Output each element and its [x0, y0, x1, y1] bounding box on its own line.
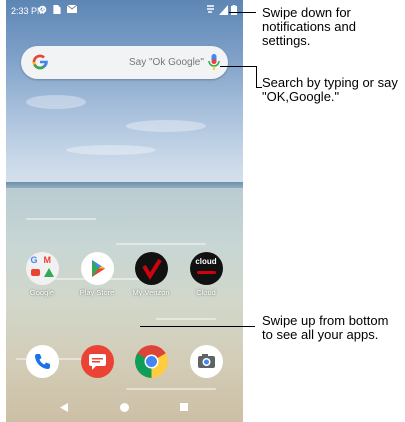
chrome-icon	[134, 345, 168, 378]
verizon-icon	[134, 252, 168, 285]
search-placeholder: Say "Ok Google"	[129, 57, 204, 68]
google-search-bar[interactable]: Say "Ok Google"	[21, 46, 228, 79]
email-icon	[67, 5, 77, 13]
callout-line-status	[229, 12, 256, 13]
cloud-shape	[66, 145, 156, 155]
signal-strength-icon	[219, 5, 228, 15]
callout-line-search-horizontal	[220, 66, 257, 67]
battery-icon	[231, 5, 237, 15]
back-icon[interactable]	[60, 403, 68, 412]
notification-icons	[38, 5, 77, 14]
callout-search: Search by typing or say "OK,Google."	[262, 75, 398, 104]
recents-icon[interactable]	[180, 403, 188, 411]
phone-screen: 2:33 PM Say "Ok Google" G M Google Play …	[6, 0, 243, 422]
messages-icon	[80, 345, 114, 378]
app-google-folder[interactable]: G M Google	[15, 252, 69, 297]
app-label: Google	[29, 288, 55, 297]
cloud-icon: cloud	[189, 252, 223, 285]
status-bar[interactable]: 2:33 PM	[6, 0, 243, 22]
app-play-store[interactable]: Play Store	[70, 252, 124, 297]
system-status-icons	[206, 5, 237, 15]
settings-gear-icon	[38, 5, 47, 14]
microphone-icon[interactable]	[207, 53, 221, 72]
google-g-icon	[32, 54, 48, 70]
app-cloud[interactable]: cloud Cloud	[179, 252, 233, 297]
home-icon[interactable]	[120, 403, 129, 412]
app-label: Cloud	[196, 288, 216, 297]
dock-messages[interactable]	[70, 345, 124, 378]
app-my-verizon[interactable]: My Verizon	[124, 252, 178, 297]
callout-line-apps	[140, 326, 255, 327]
cloud-icon-text: cloud	[195, 257, 217, 266]
wallpaper-sea	[6, 188, 243, 422]
data-connection-icon	[207, 5, 214, 13]
app-label: Play Store	[79, 288, 115, 297]
cloud-shape	[26, 95, 86, 109]
callout-status: Swipe down for notifications and setting…	[262, 5, 356, 48]
document-icon	[53, 5, 61, 14]
callout-apps: Swipe up from bottom to see all your app…	[262, 313, 389, 342]
phone-icon	[25, 345, 59, 378]
camera-icon	[189, 345, 223, 378]
wallpaper-sky	[6, 0, 243, 186]
dock-camera[interactable]	[179, 345, 233, 378]
dock-phone[interactable]	[15, 345, 69, 378]
dock-chrome[interactable]	[124, 345, 178, 378]
navigation-bar	[6, 394, 243, 422]
callout-line-search-vertical	[256, 66, 257, 88]
google-folder-icon: G M	[25, 252, 59, 285]
play-store-icon	[80, 252, 114, 285]
app-label: My Verizon	[132, 288, 170, 297]
cloud-shape	[126, 120, 206, 132]
